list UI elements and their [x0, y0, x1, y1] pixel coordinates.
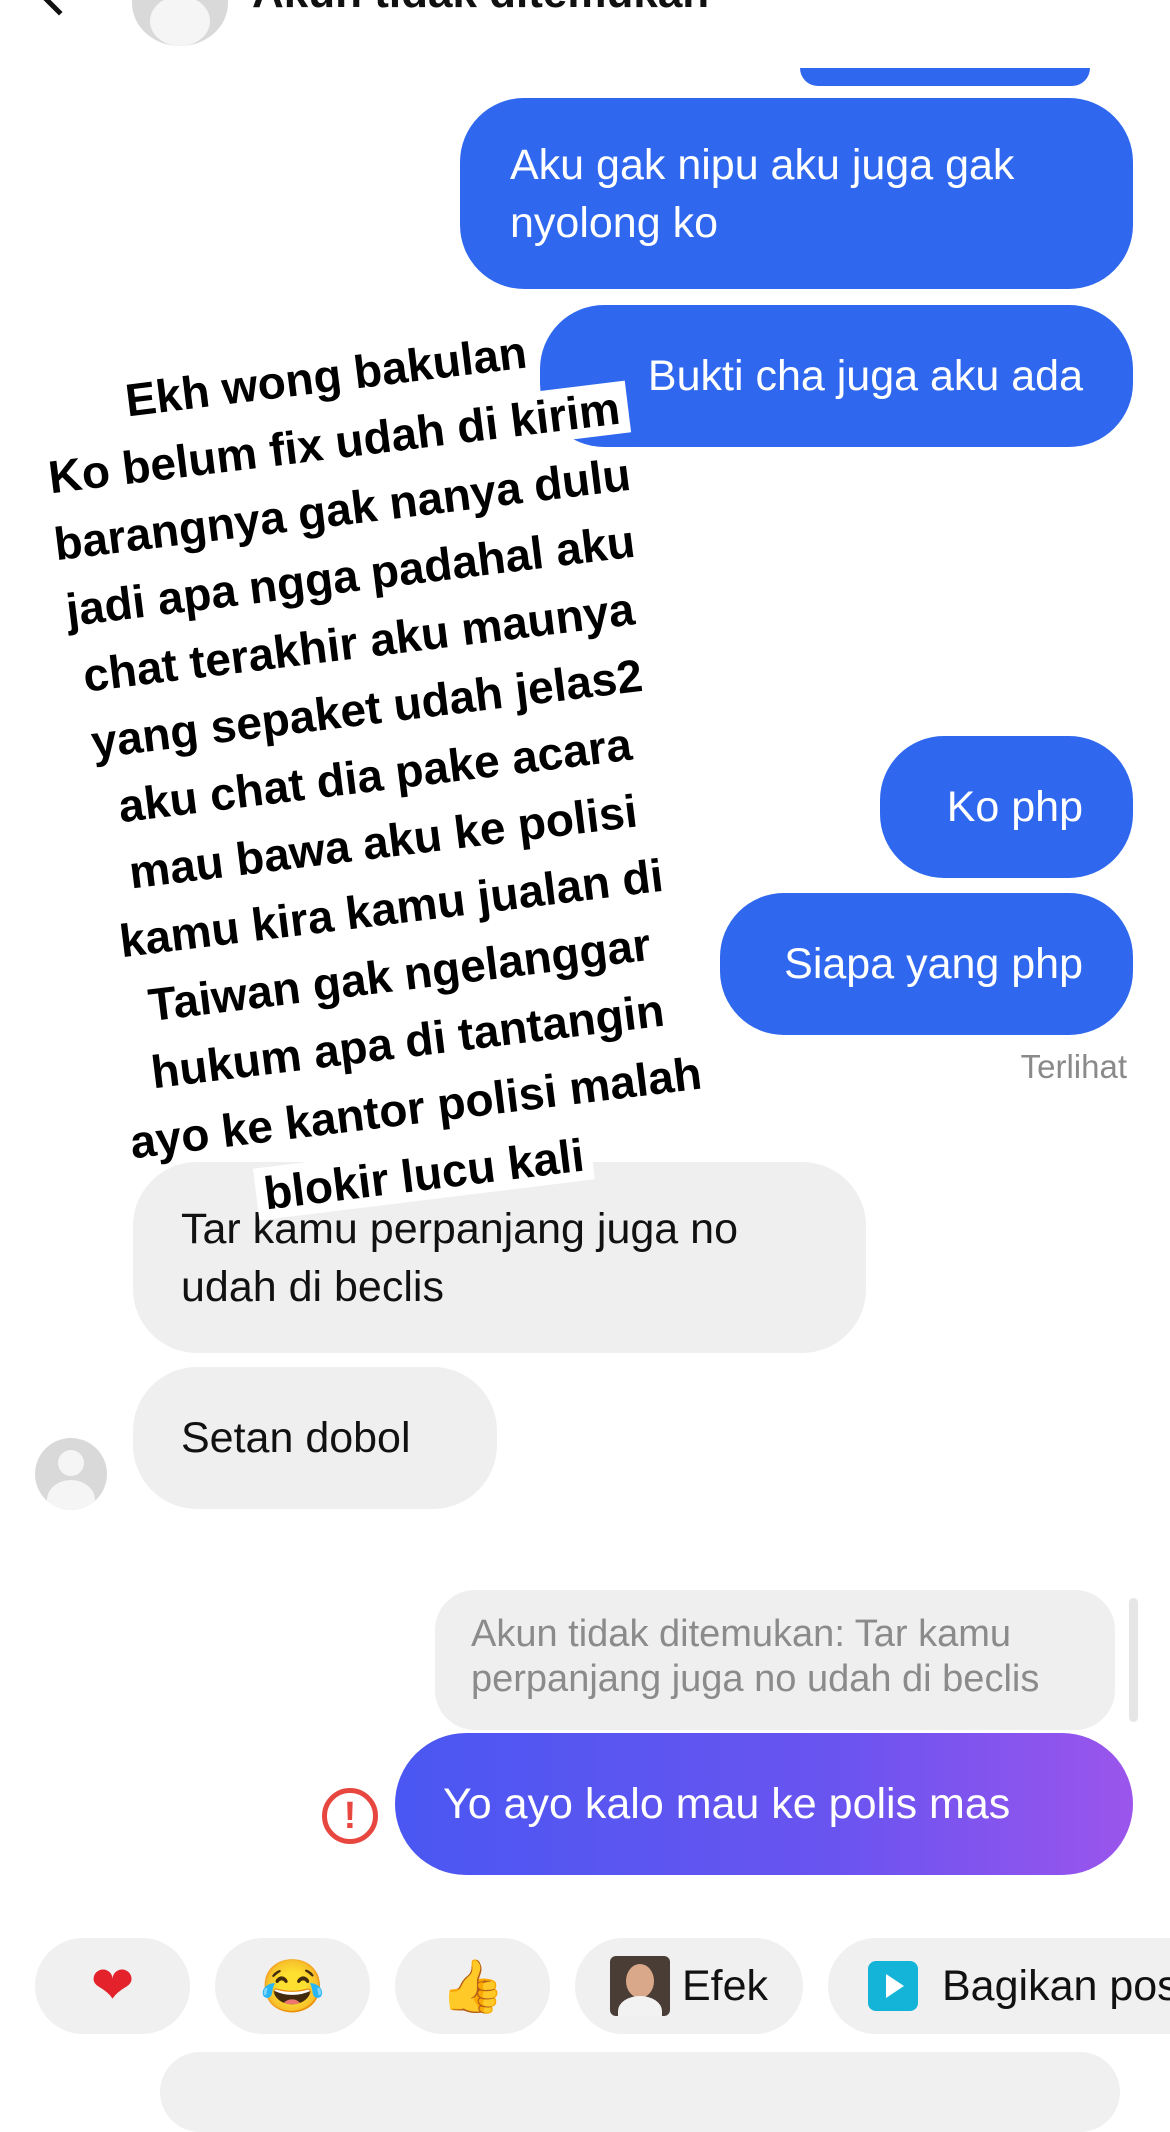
message-composer[interactable]	[160, 2052, 1120, 2132]
send-error-icon[interactable]: !	[322, 1788, 378, 1844]
effect-thumbnail-icon	[609, 1956, 670, 2016]
message-received[interactable]: Setan dobol	[133, 1367, 497, 1509]
quick-reaction-heart[interactable]: ❤	[35, 1938, 190, 2034]
contact-avatar[interactable]	[132, 0, 228, 46]
reply-indicator-bar	[1129, 1598, 1138, 1722]
previous-message-sliver	[800, 68, 1090, 86]
message-text: Yo ayo kalo mau ke polis mas	[443, 1780, 1011, 1828]
message-sent-failed[interactable]: Yo ayo kalo mau ke polis mas	[395, 1733, 1133, 1875]
effect-button[interactable]: Efek	[575, 1938, 803, 2034]
message-text: Ko php	[946, 783, 1083, 831]
share-post-button[interactable]: Bagikan pos	[828, 1938, 1170, 2034]
heart-icon: ❤	[90, 1957, 135, 2015]
thumbs-up-icon: 👍	[440, 1957, 505, 2016]
quick-reaction-laugh[interactable]: 😂	[215, 1938, 370, 2034]
sender-avatar[interactable]	[35, 1438, 107, 1510]
seen-status: Terlihat	[1020, 1048, 1127, 1085]
laughing-emoji-icon: 😂	[260, 1957, 325, 2016]
reply-preview-text: Akun tidak ditemukan: Tar kamu perpanjan…	[471, 1613, 1040, 1700]
reply-preview[interactable]: Akun tidak ditemukan: Tar kamu perpanjan…	[435, 1590, 1115, 1730]
chat-title[interactable]: Akun tidak ditemukan	[252, 0, 709, 18]
back-arrow-icon[interactable]	[26, 0, 92, 16]
message-sent[interactable]: Aku gak nipu aku juga gak nyolong ko	[460, 98, 1133, 289]
share-label: Bagikan pos	[942, 1961, 1170, 2010]
quick-reaction-thumbs-up[interactable]: 👍	[395, 1938, 550, 2034]
effect-label: Efek	[681, 1961, 769, 2010]
play-share-icon	[868, 1961, 918, 2011]
overlay-caption: Ekh wong bakulan Ko belum fix udah di ki…	[0, 297, 805, 1254]
message-sent[interactable]: Ko php	[880, 736, 1133, 878]
message-text: Bukti cha juga aku ada	[647, 352, 1083, 400]
more-options-icon[interactable]	[1050, 0, 1120, 6]
message-text: Setan dobol	[181, 1414, 411, 1462]
message-text: Siapa yang php	[784, 940, 1083, 988]
message-text: Aku gak nipu aku juga gak nyolong ko	[510, 141, 1015, 247]
